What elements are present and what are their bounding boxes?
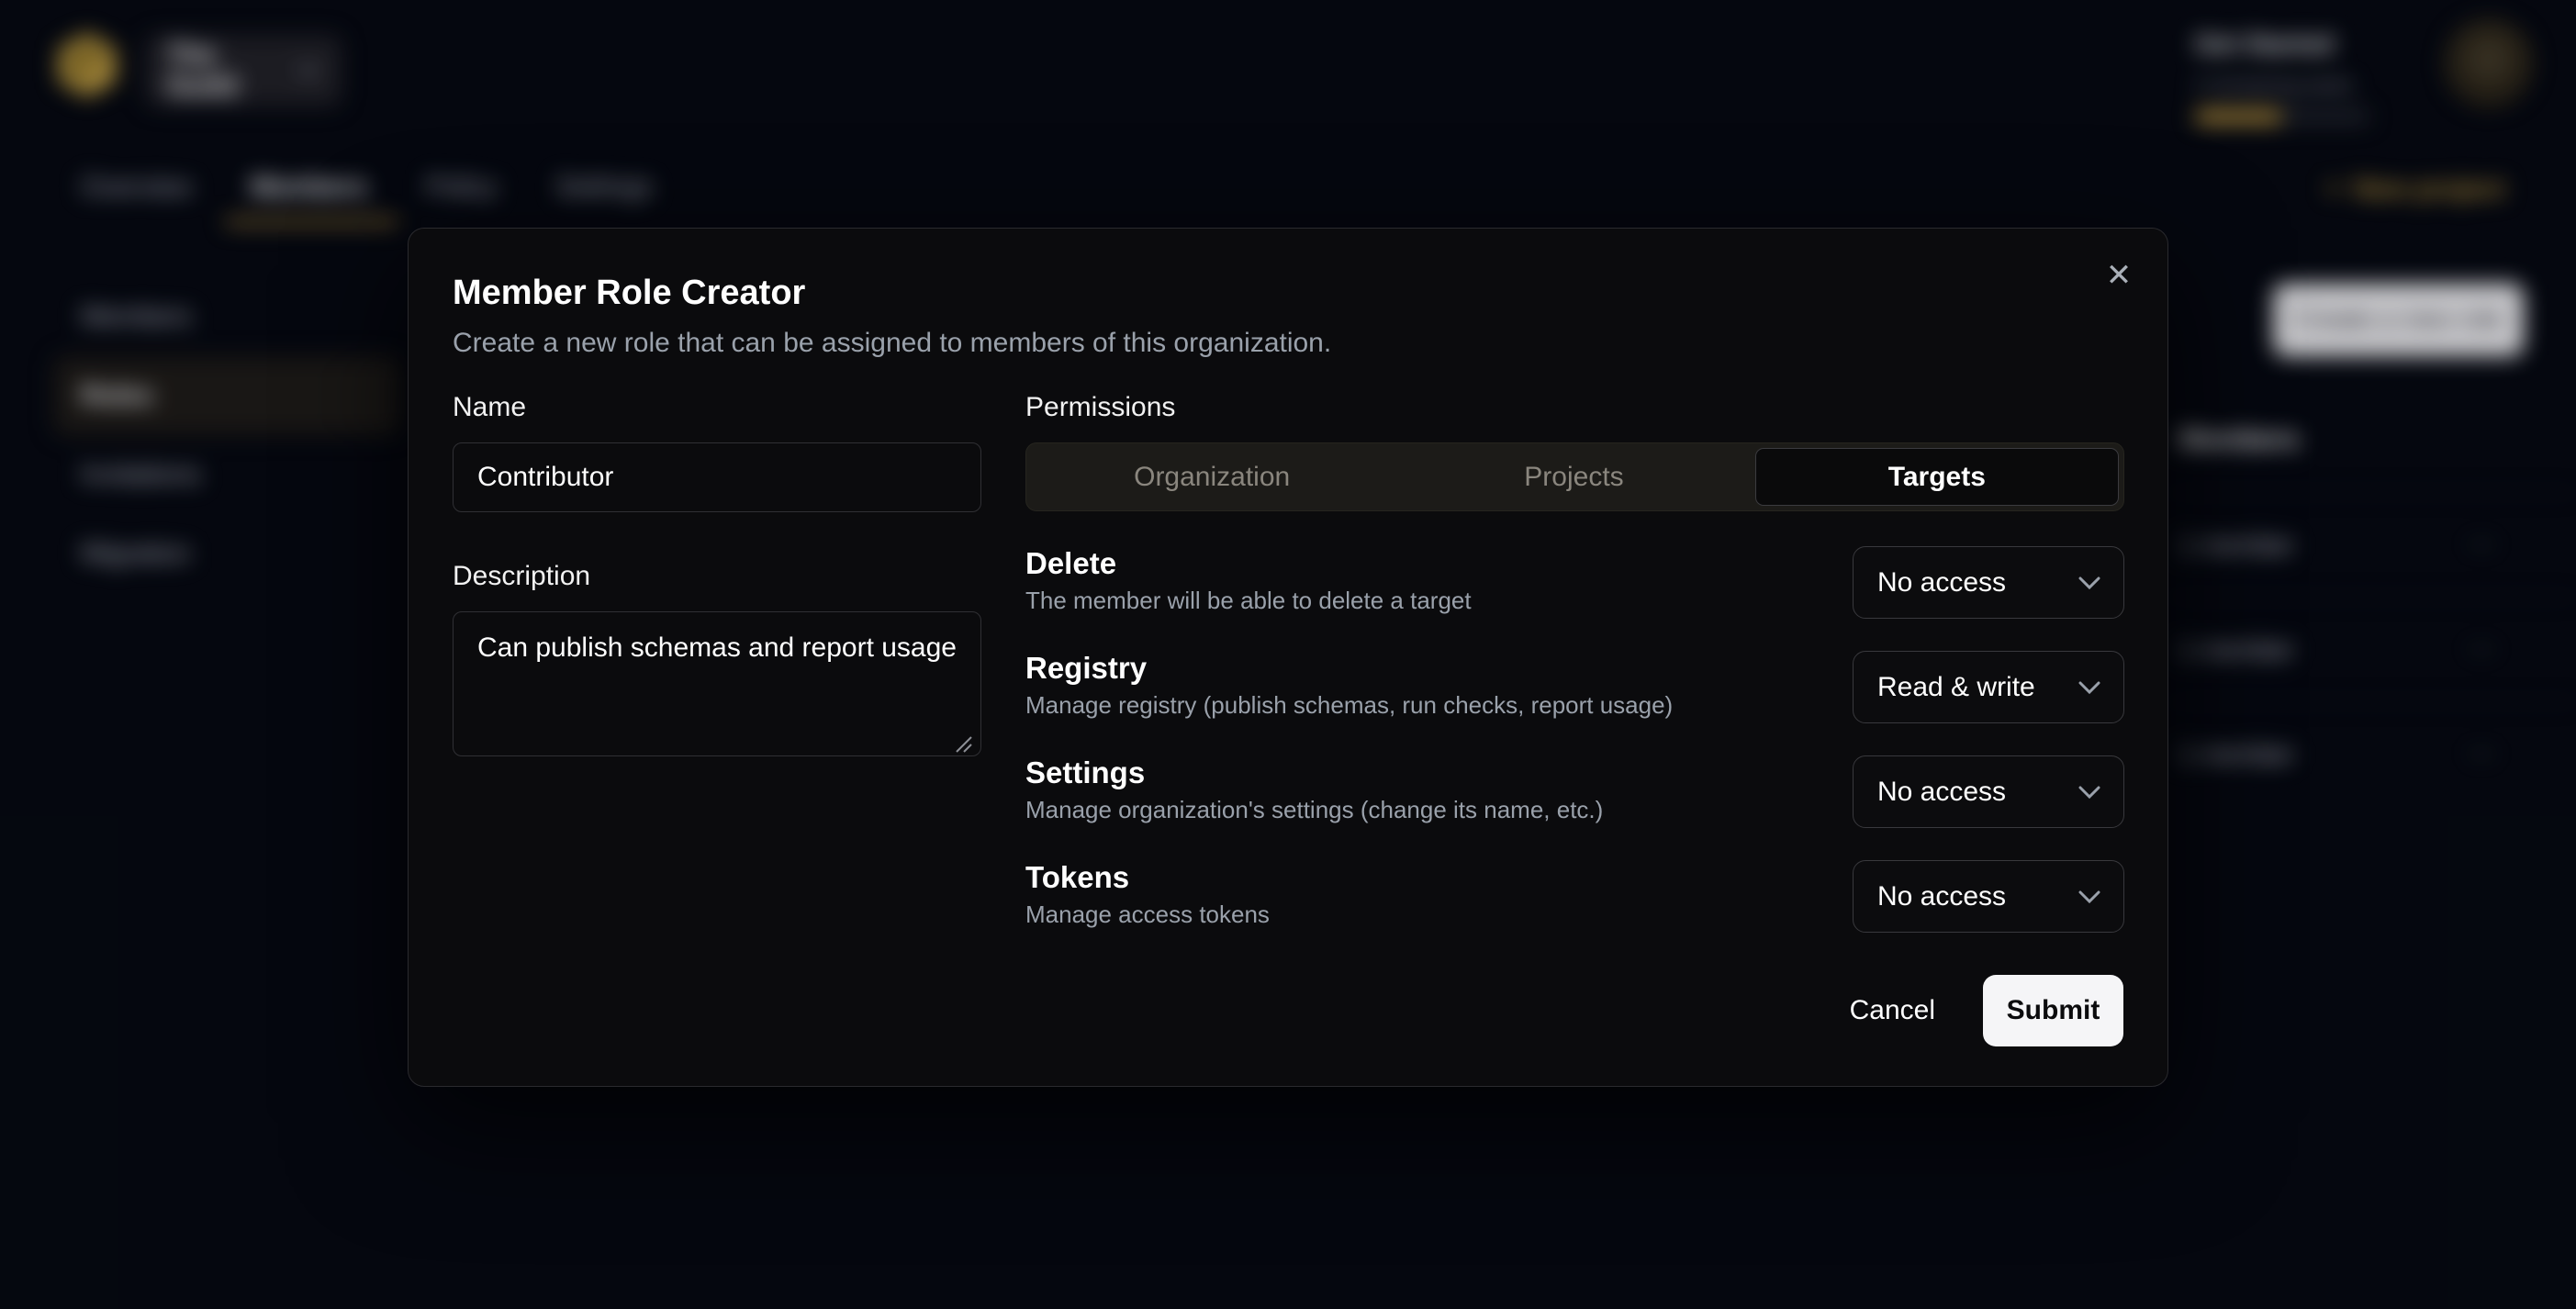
description-text: Can publish schemas and report usage xyxy=(477,632,957,663)
permission-title: Settings xyxy=(1025,755,1603,790)
role-details-column: Name Contributor Description Can publish… xyxy=(453,391,981,933)
chevron-down-icon xyxy=(2078,576,2101,590)
permission-text: Registry Manage registry (publish schema… xyxy=(1025,651,1673,719)
permission-description: Manage registry (publish schemas, run ch… xyxy=(1025,691,1673,719)
tab-projects[interactable]: Projects xyxy=(1393,448,1754,506)
select-value: No access xyxy=(1877,881,2006,912)
permission-text: Tokens Manage access tokens xyxy=(1025,860,1270,928)
modal-subtitle: Create a new role that can be assigned t… xyxy=(453,326,2123,361)
permission-title: Tokens xyxy=(1025,860,1270,895)
tab-organization[interactable]: Organization xyxy=(1031,448,1393,506)
permissions-label: Permissions xyxy=(1025,391,2124,424)
name-label: Name xyxy=(453,391,981,424)
submit-button[interactable]: Submit xyxy=(1983,975,2123,1046)
permission-description: Manage organization's settings (change i… xyxy=(1025,796,1603,823)
select-value: No access xyxy=(1877,777,2006,808)
modal-form-grid: Name Contributor Description Can publish… xyxy=(453,391,2123,933)
member-role-creator-modal: ✕ Member Role Creator Create a new role … xyxy=(408,228,2168,1087)
permission-row-tokens: Tokens Manage access tokens No access xyxy=(1025,860,2124,933)
tab-targets[interactable]: Targets xyxy=(1755,448,2119,506)
settings-access-select[interactable]: No access xyxy=(1853,755,2124,828)
description-label: Description xyxy=(453,560,981,593)
permission-description: Manage access tokens xyxy=(1025,901,1270,928)
page: The Guild Get Started 4 remaining tasks … xyxy=(0,0,2576,1309)
permission-description: The member will be able to delete a targ… xyxy=(1025,587,1472,614)
permission-text: Delete The member will be able to delete… xyxy=(1025,546,1472,614)
permission-row-settings: Settings Manage organization's settings … xyxy=(1025,755,2124,828)
cancel-button[interactable]: Cancel xyxy=(1846,986,1939,1035)
permissions-scope-tabs: Organization Projects Targets xyxy=(1025,442,2124,511)
permission-title: Delete xyxy=(1025,546,1472,581)
permission-row-registry: Registry Manage registry (publish schema… xyxy=(1025,651,2124,723)
delete-access-select[interactable]: No access xyxy=(1853,546,2124,619)
permission-text: Settings Manage organization's settings … xyxy=(1025,755,1603,823)
name-input[interactable]: Contributor xyxy=(453,442,981,512)
resize-handle-icon[interactable] xyxy=(953,728,973,748)
tokens-access-select[interactable]: No access xyxy=(1853,860,2124,933)
registry-access-select[interactable]: Read & write xyxy=(1853,651,2124,723)
select-value: Read & write xyxy=(1877,672,2035,703)
permission-title: Registry xyxy=(1025,651,1673,686)
modal-footer: Cancel Submit xyxy=(453,975,2123,1046)
permission-row-delete: Delete The member will be able to delete… xyxy=(1025,546,2124,619)
permissions-column: Permissions Organization Projects Target… xyxy=(1025,391,2124,933)
chevron-down-icon xyxy=(2078,680,2101,695)
chevron-down-icon xyxy=(2078,889,2101,904)
select-value: No access xyxy=(1877,567,2006,599)
close-icon[interactable]: ✕ xyxy=(2098,254,2140,296)
chevron-down-icon xyxy=(2078,785,2101,800)
description-textarea[interactable]: Can publish schemas and report usage xyxy=(453,611,981,756)
modal-title: Member Role Creator xyxy=(453,273,2123,313)
